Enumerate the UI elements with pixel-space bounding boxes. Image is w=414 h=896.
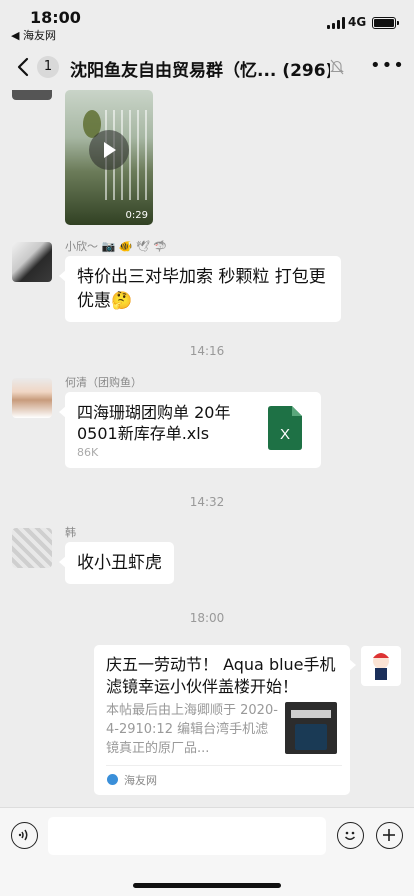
cartoon-avatar-icon — [373, 653, 389, 680]
timestamp: 14:32 — [189, 495, 225, 509]
voice-icon[interactable] — [11, 822, 38, 849]
video-message[interactable]: 0:29 — [65, 90, 153, 225]
chat-title: 沈阳鱼友自由贸易群（忆... (296) — [70, 56, 330, 81]
file-message[interactable]: 四海珊瑚团购单 20年0501新库存单.xls 86K X — [59, 392, 321, 468]
play-icon[interactable] — [89, 130, 129, 170]
timestamp: 18:00 — [189, 611, 225, 625]
status-time: 18:00 — [30, 8, 81, 27]
avatar[interactable] — [12, 242, 52, 282]
home-indicator[interactable] — [133, 883, 281, 888]
mute-bell-icon — [330, 59, 344, 75]
sender-name: 韩 — [65, 526, 76, 539]
network-type: 4G — [348, 15, 367, 29]
signal-icon — [327, 17, 345, 29]
link-description: 本帖最后由上海卿顺于 2020-4-2910:12 编辑台湾手机滤镜真正的原厂品… — [106, 703, 278, 756]
link-card-message[interactable]: 庆五一劳动节！ Aqua blue手机滤镜幸运小伙伴盖楼开始！ 本帖最后由上海卿… — [94, 645, 356, 795]
sender-name: 小欣～ 📷 🐠 🕊 🦈 — [65, 240, 168, 253]
link-thumbnail — [285, 702, 337, 754]
excel-file-icon: X — [268, 406, 302, 450]
avatar[interactable] — [12, 528, 52, 568]
back-chevron-icon[interactable] — [14, 56, 34, 78]
source-icon — [107, 774, 118, 785]
status-bar: 18:00 ◀ 海友网 4G — [0, 0, 414, 44]
message-input[interactable] — [48, 817, 326, 855]
battery-icon — [372, 17, 399, 29]
emoji-icon[interactable] — [337, 822, 364, 849]
avatar[interactable] — [12, 378, 52, 418]
file-size: 86K — [77, 446, 99, 459]
link-source: 海友网 — [124, 774, 157, 787]
chat-header: 1 沈阳鱼友自由贸易群（忆... (296) ••• — [0, 44, 414, 90]
text-message[interactable]: 特价出三对毕加索 秒颗粒 打包更优惠🤔 — [59, 256, 341, 322]
plus-icon[interactable] — [376, 822, 403, 849]
timestamp: 14:16 — [189, 344, 225, 358]
excel-letter: X — [280, 426, 290, 443]
more-icon[interactable]: ••• — [370, 56, 404, 78]
video-duration: 0:29 — [125, 210, 148, 221]
avatar[interactable] — [12, 90, 52, 100]
file-name: 四海珊瑚团购单 20年0501新库存单.xls — [77, 403, 231, 443]
chat-area[interactable]: 0:29 小欣～ 📷 🐠 🕊 🦈 特价出三对毕加索 秒颗粒 打包更优惠🤔 14:… — [0, 90, 414, 807]
group-name: 沈阳鱼友自由贸易群（忆... — [70, 61, 277, 81]
my-avatar[interactable] — [361, 646, 401, 686]
link-title: 庆五一劳动节！ Aqua blue手机滤镜幸运小伙伴盖楼开始！ — [106, 655, 336, 696]
back-to-app-link[interactable]: ◀ 海友网 — [11, 27, 56, 43]
unread-badge[interactable]: 1 — [37, 56, 59, 78]
sender-name: 何清（团购鱼） — [65, 376, 142, 389]
member-count: (296) — [282, 61, 330, 81]
text-message[interactable]: 收小丑虾虎 — [59, 542, 174, 584]
